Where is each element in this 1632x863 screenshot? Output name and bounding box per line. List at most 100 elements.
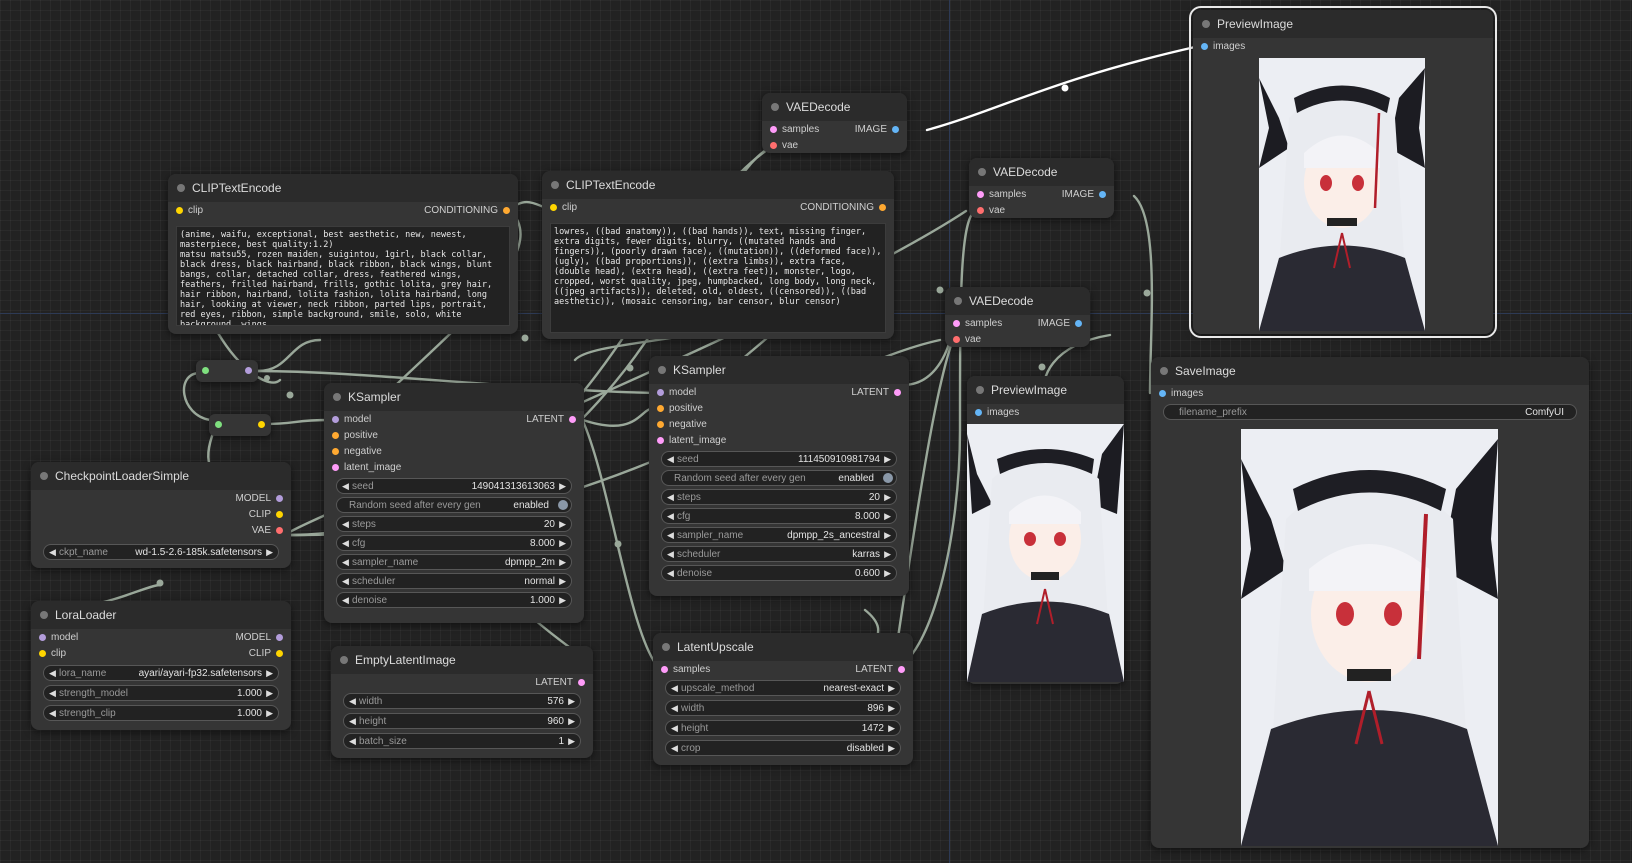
prompt-textarea[interactable]: lowres, ((bad anatomy)), ((bad hands)), … xyxy=(550,223,886,333)
increment-arrow-icon[interactable]: ▶ xyxy=(884,491,891,504)
node-ksampler-2[interactable]: KSampler model positive negative latent_… xyxy=(649,356,909,596)
input-slot-positive[interactable]: positive xyxy=(655,402,703,416)
denoise-field[interactable]: ◀ denoise 0.600 ▶ xyxy=(661,565,897,581)
strength-clip-field[interactable]: ◀ strength_clip 1.000 ▶ xyxy=(43,705,279,721)
port-dot[interactable] xyxy=(975,409,982,416)
port-dot[interactable] xyxy=(657,437,664,444)
increment-arrow-icon[interactable]: ▶ xyxy=(266,667,273,680)
cfg-field[interactable]: ◀ cfg 8.000 ▶ xyxy=(661,508,897,524)
input-slot-model[interactable]: model xyxy=(37,631,78,645)
input-slot-images[interactable]: images xyxy=(973,406,1019,420)
node-vae-decode-2[interactable]: VAEDecode samples vae IMAGE xyxy=(969,158,1114,218)
node-latent-upscale[interactable]: LatentUpscale samples LATENT ◀ upscale_me… xyxy=(653,633,913,765)
input-slot-model[interactable]: model xyxy=(655,386,696,400)
input-slot-clip[interactable]: clip xyxy=(37,647,66,661)
increment-arrow-icon[interactable]: ▶ xyxy=(266,546,273,559)
port-dot[interactable] xyxy=(1075,320,1082,327)
input-slot-samples[interactable]: samples xyxy=(768,123,819,137)
input-slot-vae[interactable]: vae xyxy=(768,139,798,153)
port-dot[interactable] xyxy=(1201,43,1208,50)
port-dot[interactable] xyxy=(332,448,339,455)
increment-arrow-icon[interactable]: ▶ xyxy=(266,707,273,720)
decrement-arrow-icon[interactable]: ◀ xyxy=(349,715,356,728)
upscale-method-select[interactable]: ◀ upscale_method nearest-exact ▶ xyxy=(665,680,901,696)
output-slot-image[interactable]: IMAGE xyxy=(1062,188,1108,202)
port-dot[interactable] xyxy=(953,320,960,327)
port-dot[interactable] xyxy=(276,634,283,641)
output-slot-conditioning[interactable]: CONDITIONING xyxy=(800,201,888,215)
sampler-name-select[interactable]: ◀ sampler_name dpmpp_2s_ancestral ▶ xyxy=(661,527,897,543)
decrement-arrow-icon[interactable]: ◀ xyxy=(667,567,674,580)
port-dot[interactable] xyxy=(202,367,209,374)
width-field[interactable]: ◀ width 896 ▶ xyxy=(665,700,901,716)
steps-field[interactable]: ◀ steps 20 ▶ xyxy=(336,516,572,532)
reroute-node[interactable] xyxy=(209,414,271,436)
decrement-arrow-icon[interactable]: ◀ xyxy=(671,742,678,755)
node-empty-latent-image[interactable]: EmptyLatentImage LATENT ◀ width 576 ▶ ◀ heig… xyxy=(331,646,593,758)
decrement-arrow-icon[interactable]: ◀ xyxy=(671,682,678,695)
increment-arrow-icon[interactable]: ▶ xyxy=(888,702,895,715)
increment-arrow-icon[interactable]: ▶ xyxy=(884,510,891,523)
port-dot[interactable] xyxy=(657,405,664,412)
steps-field[interactable]: ◀ steps 20 ▶ xyxy=(661,489,897,505)
output-slot-conditioning[interactable]: CONDITIONING xyxy=(424,204,512,218)
decrement-arrow-icon[interactable]: ◀ xyxy=(342,575,349,588)
scheduler-select[interactable]: ◀ scheduler normal ▶ xyxy=(336,573,572,589)
port-dot[interactable] xyxy=(258,421,265,428)
input-slot-negative[interactable]: negative xyxy=(330,445,382,459)
increment-arrow-icon[interactable]: ▶ xyxy=(568,695,575,708)
port-dot[interactable] xyxy=(953,336,960,343)
decrement-arrow-icon[interactable]: ◀ xyxy=(49,546,56,559)
port-dot[interactable] xyxy=(332,464,339,471)
port-dot[interactable] xyxy=(894,389,901,396)
decrement-arrow-icon[interactable]: ◀ xyxy=(667,529,674,542)
node-preview-image-top[interactable]: PreviewImage images xyxy=(1189,6,1497,338)
node-ksampler-1[interactable]: KSampler model positive negative latent_… xyxy=(324,383,584,623)
port-dot[interactable] xyxy=(977,191,984,198)
port-dot[interactable] xyxy=(569,416,576,423)
decrement-arrow-icon[interactable]: ◀ xyxy=(342,594,349,607)
port-dot[interactable] xyxy=(879,204,886,211)
decrement-arrow-icon[interactable]: ◀ xyxy=(349,735,356,748)
cfg-field[interactable]: ◀ cfg 8.000 ▶ xyxy=(336,535,572,551)
increment-arrow-icon[interactable]: ▶ xyxy=(559,594,566,607)
port-dot[interactable] xyxy=(770,126,777,133)
output-slot-latent[interactable]: LATENT xyxy=(855,663,907,677)
scheduler-select[interactable]: ◀ scheduler karras ▶ xyxy=(661,546,897,562)
decrement-arrow-icon[interactable]: ◀ xyxy=(342,518,349,531)
input-slot-negative[interactable]: negative xyxy=(655,418,707,432)
seed-field[interactable]: ◀ seed 149041313613063 ▶ xyxy=(336,478,572,494)
crop-select[interactable]: ◀ crop disabled ▶ xyxy=(665,740,901,756)
increment-arrow-icon[interactable]: ▶ xyxy=(559,518,566,531)
input-slot-latent-image[interactable]: latent_image xyxy=(330,461,401,475)
batch-size-field[interactable]: ◀ batch_size 1 ▶ xyxy=(343,733,581,749)
input-slot-vae[interactable]: vae xyxy=(951,333,981,347)
output-slot-model[interactable]: MODEL xyxy=(235,492,285,506)
port-dot[interactable] xyxy=(276,650,283,657)
input-slot-latent-image[interactable]: latent_image xyxy=(655,434,726,448)
port-dot[interactable] xyxy=(977,207,984,214)
decrement-arrow-icon[interactable]: ◀ xyxy=(49,707,56,720)
decrement-arrow-icon[interactable]: ◀ xyxy=(667,510,674,523)
input-slot-clip[interactable]: clip xyxy=(548,201,577,215)
node-save-image[interactable]: SaveImage images filename_prefix ComfyUI xyxy=(1151,357,1589,848)
output-slot-latent[interactable]: LATENT xyxy=(526,413,578,427)
output-slot-model[interactable]: MODEL xyxy=(235,631,285,645)
port-dot[interactable] xyxy=(657,389,664,396)
node-vae-decode-3[interactable]: VAEDecode samples vae IMAGE xyxy=(945,287,1090,347)
random-seed-toggle[interactable]: Random seed after every gen enabled xyxy=(336,497,572,513)
decrement-arrow-icon[interactable]: ◀ xyxy=(671,702,678,715)
port-dot[interactable] xyxy=(892,126,899,133)
output-slot-clip[interactable]: CLIP xyxy=(249,508,285,522)
port-dot[interactable] xyxy=(1159,390,1166,397)
decrement-arrow-icon[interactable]: ◀ xyxy=(671,722,678,735)
increment-arrow-icon[interactable]: ▶ xyxy=(888,682,895,695)
output-slot-clip[interactable]: CLIP xyxy=(249,647,285,661)
node-preview-image-mid[interactable]: PreviewImage images xyxy=(967,376,1124,684)
input-slot-samples[interactable]: samples xyxy=(951,317,1002,331)
increment-arrow-icon[interactable]: ▶ xyxy=(568,715,575,728)
port-dot[interactable] xyxy=(661,666,668,673)
port-dot[interactable] xyxy=(332,432,339,439)
port-dot[interactable] xyxy=(245,367,252,374)
decrement-arrow-icon[interactable]: ◀ xyxy=(49,687,56,700)
